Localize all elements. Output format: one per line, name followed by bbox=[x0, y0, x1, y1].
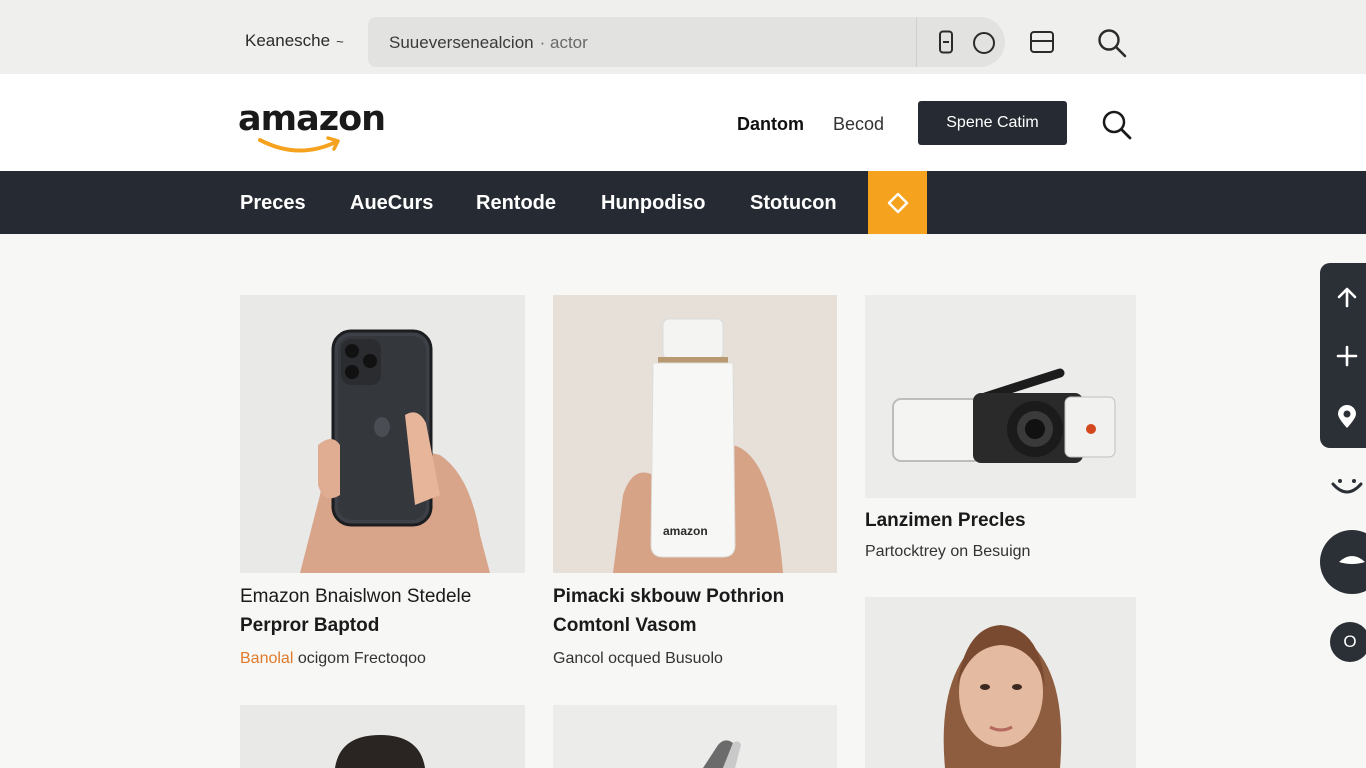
product-image-portrait[interactable] bbox=[865, 597, 1136, 768]
arrow-up-icon[interactable] bbox=[1333, 283, 1361, 311]
address-search-hint: · actor bbox=[539, 33, 588, 52]
wallet-icon[interactable] bbox=[1029, 29, 1055, 55]
portrait-illustration bbox=[943, 625, 1062, 768]
browser-top-bar: Keanesche ~ Suueversenealcion · actor bbox=[0, 0, 1366, 74]
site-header: amazon Dantom Becod Spene Catim bbox=[0, 74, 1366, 171]
map-pin-icon[interactable] bbox=[1333, 403, 1361, 431]
product-3-title[interactable]: Lanzimen Precles bbox=[865, 510, 1026, 532]
address-search-text: Suueversenealcion · actor bbox=[389, 33, 588, 53]
product-2-subtitle: Gancol ocqued Busuolo bbox=[553, 650, 723, 667]
nav-item-4[interactable]: Hunpodiso bbox=[601, 192, 705, 215]
product-2-title-line-2[interactable]: Comtonl Vasom bbox=[553, 615, 697, 637]
small-float-button[interactable]: O bbox=[1330, 622, 1366, 662]
chat-button[interactable] bbox=[1320, 530, 1366, 594]
search-icon[interactable] bbox=[1097, 28, 1127, 58]
product-3-subtitle: Partocktrey on Besuign bbox=[865, 543, 1031, 560]
location-selector[interactable]: Keanesche ~ bbox=[245, 31, 344, 51]
search-divider bbox=[916, 17, 917, 67]
floating-action-rail bbox=[1320, 263, 1366, 448]
product-image-person[interactable] bbox=[240, 705, 525, 768]
person-illustration bbox=[335, 735, 425, 768]
amazon-logo[interactable]: amazon bbox=[238, 102, 398, 162]
category-nav: Preces AueCurs Rentode Hunpodiso Stotuco… bbox=[0, 171, 1366, 234]
nav-item-1[interactable]: Preces bbox=[240, 192, 306, 215]
header-search-icon[interactable] bbox=[1101, 109, 1133, 146]
eye-icon bbox=[1339, 556, 1365, 564]
product-1-sub-rest: ocigom Frectoqoo bbox=[293, 650, 426, 667]
nav-item-2[interactable]: AueCurs bbox=[350, 192, 433, 215]
nav-diamond-button[interactable] bbox=[868, 171, 927, 234]
phone-in-hand-illustration bbox=[300, 329, 490, 573]
product-1-highlight: Banolal bbox=[240, 650, 294, 667]
address-search-value: Suueversenealcion bbox=[389, 33, 534, 52]
smile-icon[interactable] bbox=[1330, 478, 1364, 503]
device-illustration bbox=[703, 740, 741, 768]
location-label: Keanesche bbox=[245, 31, 331, 50]
plus-icon[interactable] bbox=[1333, 342, 1361, 370]
product-1-brand-line: Emazon Bnaislwon Stedele bbox=[240, 586, 472, 607]
product-1-subtitle: Banolal ocigom Frectoqoo bbox=[240, 650, 426, 668]
product-image-camera[interactable] bbox=[865, 295, 1136, 498]
location-caret: ~ bbox=[336, 34, 344, 49]
nav-item-3[interactable]: Rentode bbox=[476, 192, 556, 215]
bottle-brand-label: amazon bbox=[663, 524, 708, 538]
product-image-bottle[interactable]: amazon bbox=[553, 295, 837, 573]
circle-icon[interactable] bbox=[971, 30, 997, 56]
header-action-button[interactable]: Spene Catim bbox=[918, 101, 1067, 145]
product-image-phone[interactable] bbox=[240, 295, 525, 573]
product-1-title[interactable]: Perpror Baptod bbox=[240, 615, 379, 637]
product-image-device[interactable] bbox=[553, 705, 837, 768]
header-link-1[interactable]: Dantom bbox=[737, 114, 804, 135]
diamond-icon bbox=[887, 192, 908, 213]
header-link-2[interactable]: Becod bbox=[833, 114, 884, 135]
nav-item-5[interactable]: Stotucon bbox=[750, 192, 837, 215]
camera-illustration bbox=[892, 368, 1116, 463]
product-2-title-line-1[interactable]: Pimacki skbouw Pothrion bbox=[553, 586, 784, 608]
logo-smile-icon bbox=[258, 136, 340, 153]
phone-icon[interactable] bbox=[936, 30, 956, 54]
address-search-bar[interactable]: Suueversenealcion · actor bbox=[368, 17, 1005, 67]
logo-text: amazon bbox=[238, 99, 386, 139]
